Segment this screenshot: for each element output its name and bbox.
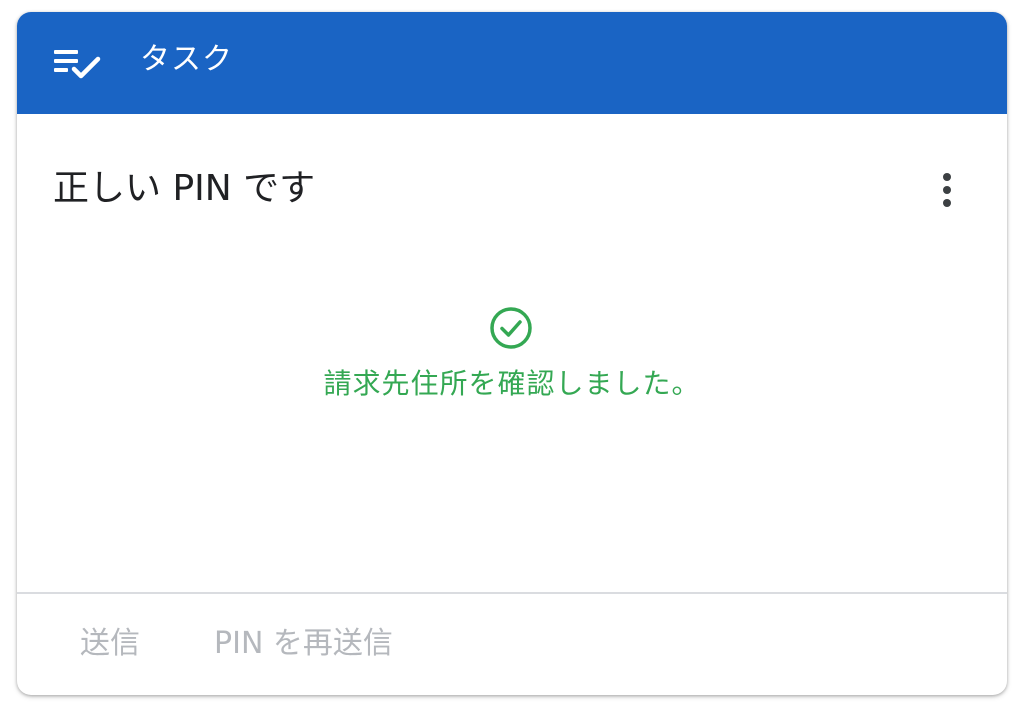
task-title: 正しい PIN です: [53, 168, 316, 209]
more-vert-icon: [923, 173, 971, 219]
more-options-button[interactable]: [923, 167, 971, 215]
task-card: タスク 正しい PIN です 請求先住所を確認しました。 送信 PIN を再送信: [17, 12, 1007, 695]
submit-button[interactable]: 送信: [80, 622, 140, 666]
actions-divider: [17, 592, 1007, 594]
status-message: 請求先住所を確認しました。: [323, 367, 701, 400]
header-title: タスク: [140, 42, 233, 77]
task-list-check-icon: [54, 47, 102, 83]
check-circle-icon: [489, 306, 533, 350]
card-header: タスク: [17, 12, 1007, 114]
resend-pin-button[interactable]: PIN を再送信: [214, 622, 393, 666]
